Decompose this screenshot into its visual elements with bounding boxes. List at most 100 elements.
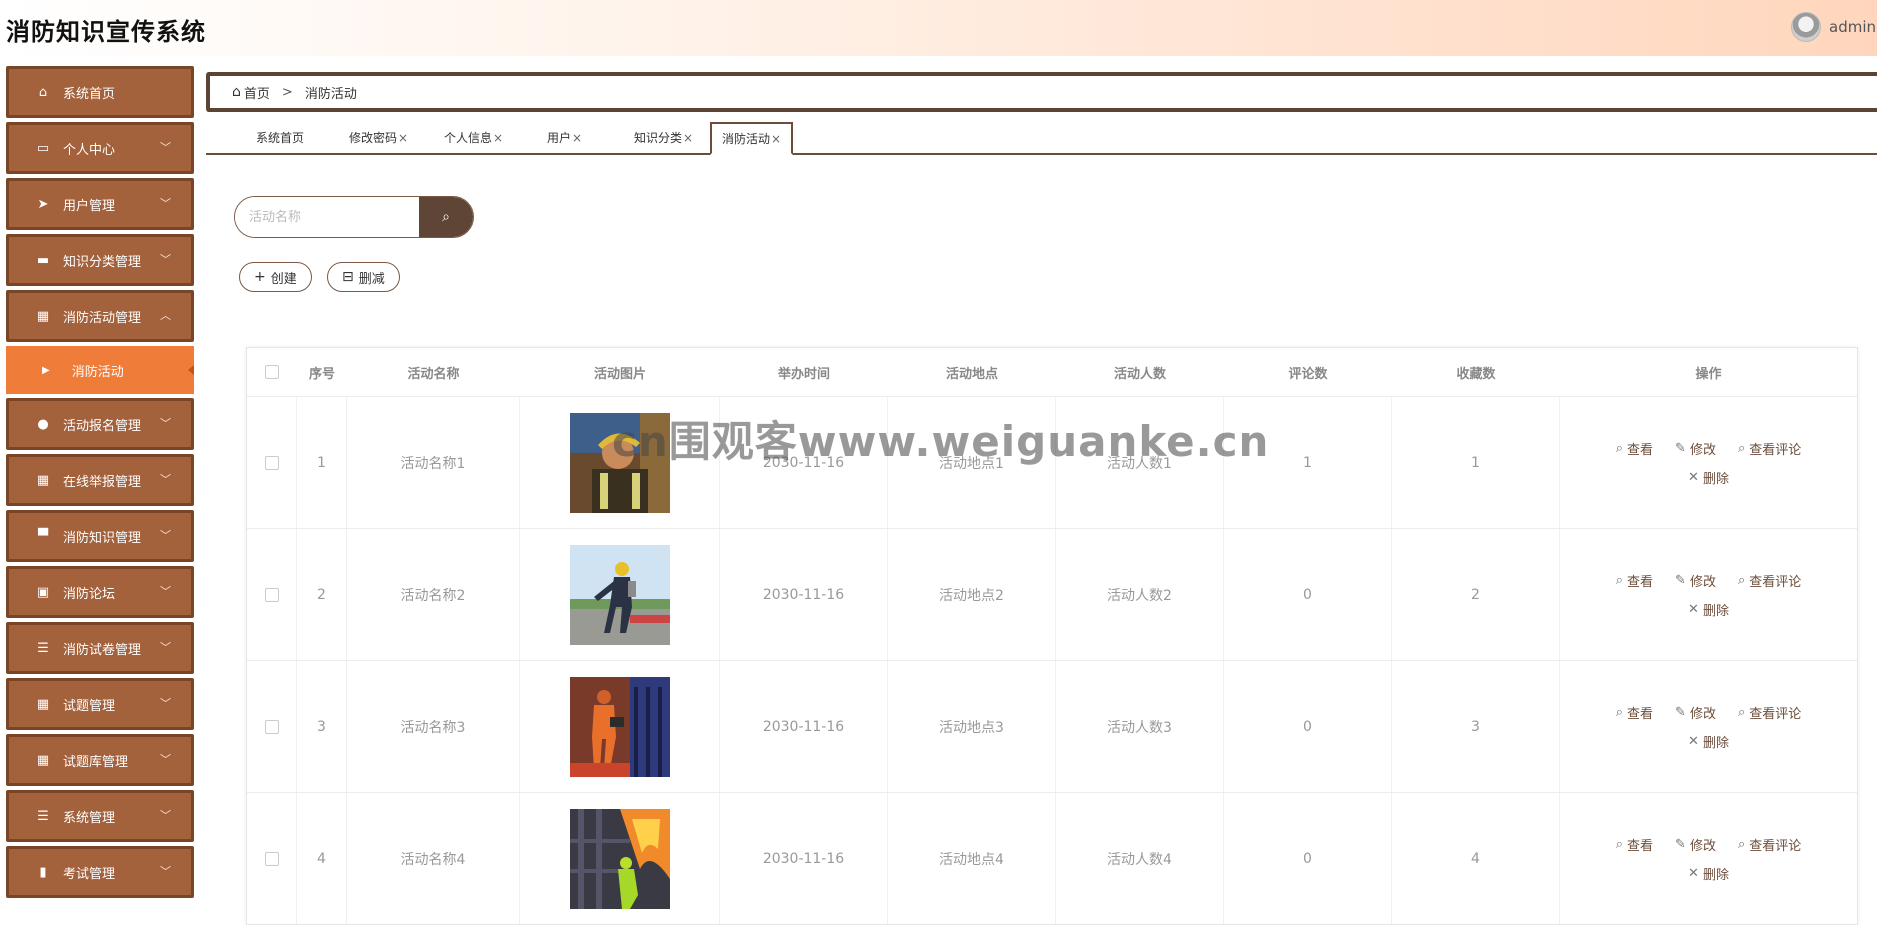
user-name[interactable]: admin (1829, 18, 1877, 36)
view-button[interactable]: ⌕ 查看 (1616, 439, 1653, 458)
sidebar-item-label: 试题管理 (63, 698, 116, 714)
sidebar-item-questions[interactable]: ▦ 试题管理 ﹀ (6, 678, 194, 730)
tab-users[interactable]: 用户 × (547, 122, 582, 153)
close-icon[interactable]: × (683, 131, 693, 145)
table-row[interactable]: 2 活动名称2 2030-11-16 活动地点2 活动人数2 0 2 ⌕查看 (247, 528, 1857, 660)
table-row[interactable]: 3 活动名称3 2030-11-16 活动地点3 活动人数3 0 3 ⌕查看 (247, 660, 1857, 792)
close-icon[interactable]: × (493, 131, 503, 145)
sidebar-item-report[interactable]: ▦ 在线举报管理 ﹀ (6, 454, 194, 506)
cell-favorites: 4 (1392, 793, 1560, 924)
cell-name: 活动名称2 (347, 529, 520, 660)
view-button[interactable]: ⌕ 查看 (1616, 703, 1653, 722)
sidebar-item-activity-management[interactable]: ▦ 消防活动管理 ︿ (6, 290, 194, 342)
remove-button[interactable]: ✕ 删除 (1688, 864, 1729, 883)
search-input[interactable] (235, 197, 419, 237)
sidebar-subitem-activity[interactable]: ▶ 消防活动 (6, 346, 194, 394)
minus-square-icon: ⊟ (342, 269, 354, 285)
tab-change-password[interactable]: 修改密码 × (349, 122, 408, 153)
user-menu[interactable]: admin (1791, 12, 1877, 42)
sidebar-item-signup[interactable]: ● 活动报名管理 ﹀ (6, 398, 194, 450)
bar-chart-icon: ▮ (39, 864, 47, 880)
sidebar-item-label: 系统首页 (63, 86, 116, 102)
tab-home[interactable]: 系统首页 (256, 122, 304, 153)
activity-image[interactable] (569, 412, 670, 513)
remove-button[interactable]: ✕ 删除 (1688, 468, 1729, 487)
sidebar-item-knowledge-category[interactable]: ▬ 知识分类管理 ﹀ (6, 234, 194, 286)
breadcrumb-home[interactable]: 首页 (244, 83, 270, 102)
edit-button[interactable]: ✎ 修改 (1675, 439, 1716, 458)
activity-image[interactable] (569, 676, 670, 777)
column-header[interactable]: 活动名称 (347, 363, 520, 382)
view-label: 查看 (1627, 706, 1654, 722)
tab-personal-info[interactable]: 个人信息 × (444, 122, 503, 153)
pencil-icon: ✎ (1675, 704, 1686, 720)
tab-activity[interactable]: 消防活动 × (710, 122, 794, 155)
activity-image[interactable] (569, 808, 670, 909)
sidebar-item-forum[interactable]: ▣ 消防论坛 ﹀ (6, 566, 194, 618)
cell-name: 活动名称4 (347, 793, 520, 924)
cell-index: 2 (297, 529, 347, 660)
sidebar-item-system[interactable]: ☰ 系统管理 ﹀ (6, 790, 194, 842)
close-icon: ✕ (1688, 469, 1699, 485)
close-icon[interactable]: × (572, 131, 582, 145)
sidebar-item-knowledge[interactable]: ▀ 消防知识管理 ﹀ (6, 510, 194, 562)
view-button[interactable]: ⌕ 查看 (1616, 571, 1653, 590)
remove-button[interactable]: ✕ 删除 (1688, 600, 1729, 619)
search-button[interactable]: ⌕ (419, 197, 473, 237)
sidebar-item-home[interactable]: ⌂ 系统首页 (6, 66, 194, 118)
column-header[interactable]: 评论数 (1224, 363, 1392, 382)
column-header[interactable]: 活动人数 (1056, 363, 1224, 382)
close-icon[interactable]: × (771, 132, 781, 146)
view-comments-button[interactable]: ⌕ 查看评论 (1738, 571, 1801, 590)
column-header[interactable]: 活动地点 (888, 363, 1056, 382)
cell-place: 活动地点4 (888, 793, 1056, 924)
row-checkbox[interactable] (264, 587, 279, 602)
cell-time: 2030-11-16 (720, 661, 888, 792)
search-icon: ⌕ (1737, 572, 1746, 588)
table-row[interactable]: 4 活动名称4 2030-11-16 活动地点4 活动人数4 0 4 ⌕查看 (247, 792, 1857, 924)
chevron-down-icon: ﹀ (160, 529, 171, 542)
column-header[interactable]: 活动图片 (520, 363, 720, 382)
row-checkbox[interactable] (264, 455, 279, 470)
chevron-up-icon: ︿ (160, 309, 171, 322)
sidebar-item-label: 试题库管理 (63, 754, 129, 770)
view-comments-button[interactable]: ⌕ 查看评论 (1738, 835, 1801, 854)
pencil-icon: ✎ (1675, 572, 1686, 588)
view-button[interactable]: ⌕ 查看 (1616, 835, 1653, 854)
sidebar-item-question-bank[interactable]: ▦ 试题库管理 ﹀ (6, 734, 194, 786)
sidebar-item-papers[interactable]: ☰ 消防试卷管理 ﹀ (6, 622, 194, 674)
sidebar-item-exam[interactable]: ▮ 考试管理 ﹀ (6, 846, 194, 898)
view-comments-button[interactable]: ⌕ 查看评论 (1738, 703, 1801, 722)
edit-button[interactable]: ✎ 修改 (1675, 571, 1716, 590)
sidebar-item-personal[interactable]: ▭ 个人中心 ﹀ (6, 122, 194, 174)
close-icon[interactable]: × (398, 131, 408, 145)
edit-button[interactable]: ✎ 修改 (1675, 703, 1716, 722)
home-icon[interactable]: ⌂ (232, 84, 241, 100)
avatar[interactable] (1791, 12, 1821, 42)
breadcrumb-separator: > (281, 84, 293, 100)
remove-button[interactable]: ✕ 删除 (1688, 732, 1729, 751)
row-checkbox[interactable] (264, 851, 279, 866)
column-header[interactable]: 举办时间 (720, 363, 888, 382)
select-all-checkbox[interactable] (265, 365, 279, 379)
list-icon: ☰ (37, 808, 49, 824)
activity-image[interactable] (569, 544, 670, 645)
delete-button[interactable]: ⊟ 删减 (327, 262, 400, 292)
cell-comments: 0 (1224, 529, 1392, 660)
send-icon: ➤ (37, 196, 49, 212)
create-button[interactable]: + 创建 (239, 262, 312, 292)
edit-button[interactable]: ✎ 修改 (1675, 835, 1716, 854)
sidebar-item-label: 用户管理 (63, 198, 116, 214)
tab-knowledge-category[interactable]: 知识分类 × (634, 122, 693, 153)
view-comments-button[interactable]: ⌕ 查看评论 (1738, 439, 1801, 458)
row-checkbox[interactable] (264, 719, 279, 734)
table-row[interactable]: 1 活动名称1 2030-11-16 活动地点1 活动人数1 1 1 ⌕查看 (247, 396, 1857, 528)
cell-place: 活动地点1 (888, 397, 1056, 528)
view-comments-label: 查看评论 (1749, 706, 1802, 722)
search-icon: ⌕ (1737, 836, 1746, 852)
search-icon: ⌕ (1615, 836, 1624, 852)
search-icon: ⌕ (1737, 440, 1746, 456)
sidebar-item-users[interactable]: ➤ 用户管理 ﹀ (6, 178, 194, 230)
column-header[interactable]: 序号 (297, 363, 347, 382)
column-header[interactable]: 收藏数 (1392, 363, 1560, 382)
